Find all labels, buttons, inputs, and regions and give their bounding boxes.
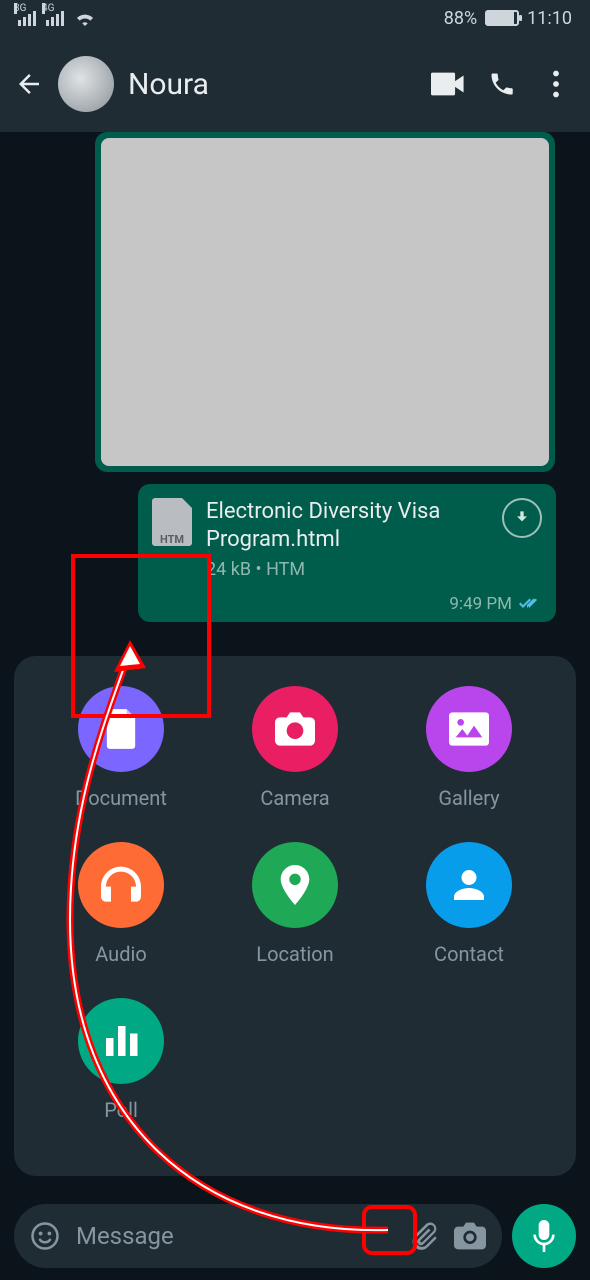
attach-document-label: Document (75, 786, 167, 810)
message-input[interactable]: Message (76, 1222, 392, 1250)
document-icon (104, 709, 138, 749)
camera-icon (275, 712, 315, 746)
status-bar: 3G 4G 88% 11:10 (0, 0, 590, 36)
document-meta: 24 kB • HTM (206, 559, 542, 580)
attach-camera[interactable]: Camera (252, 686, 338, 810)
mic-icon (532, 1220, 556, 1252)
attach-icon[interactable] (408, 1221, 438, 1251)
document-message-bubble[interactable]: HTM Electronic Diversity Visa Program.ht… (138, 484, 556, 622)
attach-audio[interactable]: Audio (78, 842, 164, 966)
headphones-icon (101, 866, 141, 904)
voice-call-button[interactable] (482, 70, 522, 98)
poll-icon (103, 1025, 139, 1057)
attach-document[interactable]: Document (75, 686, 167, 810)
emoji-icon[interactable] (30, 1221, 60, 1251)
attach-contact-label: Contact (434, 942, 504, 966)
battery-icon (485, 10, 519, 26)
avatar[interactable] (58, 56, 114, 112)
attach-poll[interactable]: Poll (78, 998, 164, 1122)
signal-4g-icon: 4G (46, 11, 64, 26)
battery-percent: 88% (444, 8, 477, 29)
gallery-icon (449, 712, 489, 746)
attach-gallery-label: Gallery (438, 786, 499, 810)
chat-header: Noura (0, 36, 590, 132)
file-htm-icon: HTM (152, 498, 192, 546)
voice-record-button[interactable] (512, 1204, 576, 1268)
attach-audio-label: Audio (95, 942, 147, 966)
attach-contact[interactable]: Contact (426, 842, 512, 966)
location-pin-icon (280, 865, 310, 905)
attach-camera-label: Camera (260, 786, 329, 810)
attach-gallery[interactable]: Gallery (426, 686, 512, 810)
read-receipt-icon (518, 596, 542, 612)
image-placeholder (101, 138, 549, 466)
signal-3g-icon: 3G (18, 11, 36, 26)
attach-poll-label: Poll (104, 1098, 138, 1122)
camera-input-icon[interactable] (454, 1222, 486, 1250)
wifi-icon (74, 10, 96, 26)
contact-name[interactable]: Noura (128, 67, 414, 102)
more-options-button[interactable] (536, 70, 576, 98)
clock: 11:10 (527, 8, 572, 29)
back-icon[interactable] (14, 69, 44, 99)
download-button[interactable] (502, 498, 542, 538)
attachment-panel: Document Camera Gallery Audio Location (14, 656, 576, 1176)
person-icon (451, 867, 487, 903)
document-file-name: Electronic Diversity Visa Program.html (206, 498, 488, 553)
image-message-bubble[interactable] (95, 132, 555, 472)
attach-location[interactable]: Location (252, 842, 338, 966)
attach-location-label: Location (256, 942, 333, 966)
message-input-container: Message (14, 1204, 502, 1268)
video-call-button[interactable] (428, 72, 468, 96)
message-time: 9:49 PM (152, 594, 542, 614)
